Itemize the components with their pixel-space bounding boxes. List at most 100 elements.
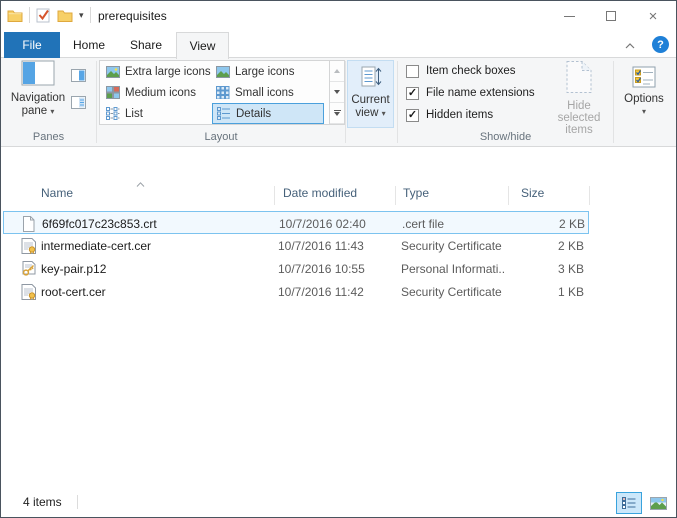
layout-item-label: Extra large icons bbox=[125, 66, 211, 78]
checkbox-checked-icon: ✓ bbox=[406, 109, 419, 122]
options-button[interactable]: Options ▾ bbox=[615, 60, 673, 142]
extra-large-icons-icon bbox=[106, 66, 120, 78]
layout-item-label: List bbox=[125, 108, 143, 120]
file-name: intermediate-cert.cer bbox=[41, 234, 271, 257]
file-date: 10/7/2016 11:42 bbox=[278, 280, 393, 303]
customize-qat-caret-icon[interactable]: ▾ bbox=[79, 11, 84, 20]
help-button[interactable]: ? bbox=[652, 36, 669, 53]
thumbnails-view-icon bbox=[650, 497, 667, 510]
maximize-icon bbox=[606, 11, 616, 21]
help-icon: ? bbox=[657, 39, 664, 51]
divider bbox=[29, 7, 30, 23]
options-label: Options bbox=[624, 93, 664, 105]
file-size: 2 KB bbox=[499, 212, 585, 235]
file-row-root-cert[interactable]: root-cert.cer 10/7/2016 11:42 Security C… bbox=[3, 280, 589, 303]
current-view-label-1: Current bbox=[351, 94, 389, 106]
file-name: root-cert.cer bbox=[41, 280, 271, 303]
title-bar: ▾ prerequisites × bbox=[1, 1, 676, 32]
column-divider[interactable] bbox=[395, 186, 396, 205]
hide-selected-items-icon bbox=[565, 60, 593, 94]
details-pane-button[interactable] bbox=[71, 95, 87, 111]
column-divider[interactable] bbox=[508, 186, 509, 205]
column-header-size[interactable]: Size bbox=[521, 186, 544, 200]
gallery-scroll-down-button[interactable] bbox=[330, 82, 344, 103]
window-controls: × bbox=[548, 1, 674, 31]
hide-selected-items-button-disabled[interactable]: Hide selected items bbox=[547, 60, 611, 142]
layout-medium-icons[interactable]: Medium icons bbox=[102, 82, 196, 103]
small-icons-icon bbox=[216, 86, 230, 99]
medium-icons-icon bbox=[106, 86, 120, 99]
close-button[interactable]: × bbox=[632, 1, 674, 31]
file-row-key-pair[interactable]: key-pair.p12 10/7/2016 10:55 Personal In… bbox=[3, 257, 589, 280]
gallery-scroll-up-button[interactable] bbox=[330, 61, 344, 82]
current-view-icon bbox=[359, 65, 383, 89]
column-divider[interactable] bbox=[274, 186, 275, 205]
minimize-icon bbox=[564, 16, 575, 17]
properties-button-icon[interactable] bbox=[36, 8, 51, 23]
checkbox-label: Item check boxes bbox=[426, 65, 515, 77]
checkbox-label: File name extensions bbox=[426, 87, 535, 99]
file-row-intermediate-cert[interactable]: intermediate-cert.cer 10/7/2016 11:43 Se… bbox=[3, 234, 589, 257]
maximize-button[interactable] bbox=[590, 1, 632, 31]
file-date: 10/7/2016 10:55 bbox=[278, 257, 393, 280]
gallery-more-button[interactable] bbox=[330, 103, 344, 124]
details-view-icon bbox=[217, 107, 231, 120]
tab-home[interactable]: Home bbox=[63, 32, 115, 58]
show-hide-group-label: Show/hide bbox=[398, 131, 613, 143]
file-date: 10/7/2016 02:40 bbox=[279, 212, 394, 235]
divider bbox=[90, 7, 91, 23]
layout-item-label: Details bbox=[236, 108, 271, 120]
navigation-pane-button[interactable]: Navigation pane ▾ bbox=[7, 60, 69, 142]
status-bar: 4 items bbox=[1, 487, 676, 517]
certificate-file-icon bbox=[21, 238, 37, 254]
item-check-boxes-checkbox[interactable]: Item check boxes bbox=[406, 63, 515, 79]
file-type: Personal Informati... bbox=[401, 257, 506, 280]
file-size: 1 KB bbox=[498, 280, 584, 303]
group-divider bbox=[613, 61, 614, 143]
tab-share[interactable]: Share bbox=[119, 32, 173, 58]
details-view-icon bbox=[622, 497, 637, 509]
details-view-toggle-active[interactable] bbox=[616, 492, 642, 514]
panes-group-label: Panes bbox=[1, 131, 96, 143]
tab-view[interactable]: View bbox=[176, 32, 229, 59]
key-pair-file-icon bbox=[21, 261, 37, 277]
window-title: prerequisites bbox=[98, 9, 167, 23]
quick-access-toolbar: ▾ bbox=[7, 7, 91, 23]
file-name-extensions-checkbox[interactable]: ✓ File name extensions bbox=[406, 85, 535, 101]
file-type: .cert file bbox=[402, 212, 507, 235]
layout-details[interactable]: Details bbox=[212, 103, 324, 124]
chevron-down-icon: ▾ bbox=[642, 107, 646, 116]
file-row-crt[interactable]: 6f69fc017c23c853.crt 10/7/2016 02:40 .ce… bbox=[3, 211, 589, 234]
certificate-file-icon bbox=[21, 284, 37, 300]
layout-list[interactable]: List bbox=[102, 103, 143, 124]
column-header-type[interactable]: Type bbox=[403, 186, 429, 200]
column-header-name[interactable]: Name bbox=[41, 186, 73, 200]
more-options-icon bbox=[334, 110, 341, 116]
plain-file-icon bbox=[22, 216, 35, 232]
group-divider bbox=[345, 61, 346, 143]
column-divider[interactable] bbox=[589, 186, 590, 205]
tab-file[interactable]: File bbox=[4, 32, 60, 58]
layout-large-icons[interactable]: Large icons bbox=[212, 61, 294, 82]
preview-pane-button[interactable] bbox=[71, 68, 87, 84]
layout-item-label: Large icons bbox=[235, 66, 294, 78]
explorer-folder-icon bbox=[7, 9, 23, 22]
collapse-ribbon-button[interactable] bbox=[621, 37, 639, 55]
thumbnails-view-toggle[interactable] bbox=[645, 492, 671, 514]
chevron-down-icon: ▾ bbox=[382, 109, 386, 118]
current-view-button[interactable]: Current view ▾ bbox=[347, 60, 394, 128]
file-type: Security Certificate bbox=[401, 234, 506, 257]
checkbox-unchecked-icon bbox=[406, 65, 419, 78]
divider bbox=[77, 495, 78, 509]
checkbox-label: Hidden items bbox=[426, 109, 493, 121]
hidden-items-checkbox[interactable]: ✓ Hidden items bbox=[406, 107, 493, 123]
layout-extra-large-icons[interactable]: Extra large icons bbox=[102, 61, 211, 82]
minimize-button[interactable] bbox=[548, 1, 590, 31]
column-header-date-modified[interactable]: Date modified bbox=[283, 186, 357, 200]
large-icons-icon bbox=[216, 66, 230, 78]
layout-small-icons[interactable]: Small icons bbox=[212, 82, 294, 103]
new-folder-button-icon[interactable] bbox=[57, 9, 73, 22]
file-size: 3 KB bbox=[498, 257, 584, 280]
explorer-window: ▾ prerequisites × File Home Share View ?… bbox=[0, 0, 677, 518]
gallery-scrollbar bbox=[329, 61, 344, 124]
